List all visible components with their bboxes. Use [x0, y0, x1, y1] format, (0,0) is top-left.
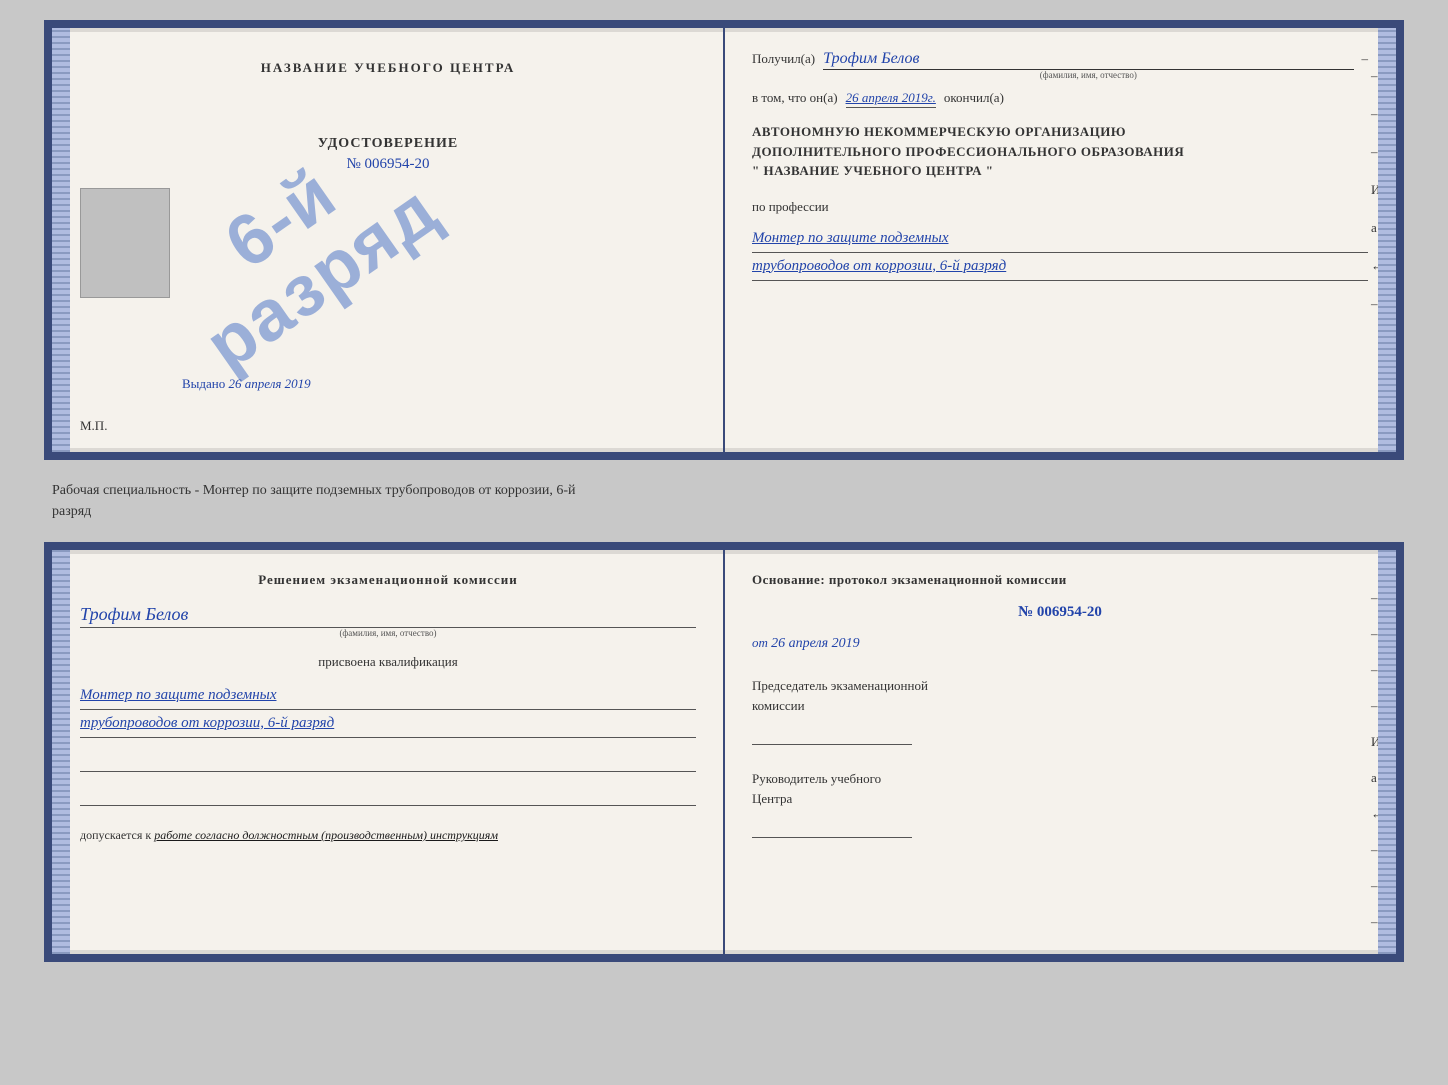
predsedatel-title: Председатель экзаменационной комиссии [752, 676, 1368, 715]
допускается-block: допускается к работе согласно должностны… [80, 826, 696, 844]
org-block: АВТОНОМНУЮ НЕКОММЕРЧЕСКУЮ ОРГАНИЗАЦИЮ ДО… [752, 122, 1368, 181]
bottom-doc-left-page: Решением экзаменационной комиссии Трофим… [52, 550, 724, 954]
empty-line-1 [80, 750, 696, 772]
right-binding-texture [1378, 28, 1396, 452]
org-line1: АВТОНОМНУЮ НЕКОММЕРЧЕСКУЮ ОРГАНИЗАЦИЮ [752, 122, 1368, 142]
fio-hint-top: (фамилия, имя, отчество) [823, 70, 1353, 80]
protocol-num: № 006954-20 [752, 604, 1368, 621]
poluchil-line: Получил(а) Трофим Белов (фамилия, имя, о… [752, 50, 1368, 80]
bottom-doc-right-page: Основание: протокол экзаменационной коми… [724, 550, 1396, 954]
udostoverenie-title: УДОСТОВЕРЕНИЕ [318, 136, 458, 152]
qualification-block: Монтер по защите подземных трубопроводов… [80, 682, 696, 738]
vydano-block: Выдано 26 апреля 2019 [182, 376, 311, 392]
osnovanie-title: Основание: протокол экзаменационной коми… [752, 572, 1368, 588]
predsedatel-signature-line [752, 723, 912, 745]
bottom-name: Трофим Белов [80, 604, 696, 628]
dash-right: – [1362, 51, 1369, 67]
org-line2: ДОПОЛНИТЕЛЬНОГО ПРОФЕССИОНАЛЬНОГО ОБРАЗО… [752, 142, 1368, 162]
допускается-value: работе согласно должностным (производств… [154, 828, 498, 842]
top-doc-left-page: НАЗВАНИЕ УЧЕБНОГО ЦЕНТРА УДОСТОВЕРЕНИЕ №… [52, 28, 724, 452]
prisvoyena-label: присвоена квалификация [80, 654, 696, 670]
bottom-name-block: Трофим Белов (фамилия, имя, отчество) [80, 600, 696, 638]
rukovoditel-block: Руководитель учебного Центра [752, 769, 1368, 838]
top-doc-right-page: Получил(а) Трофим Белов (фамилия, имя, о… [724, 28, 1396, 452]
допускается-label: допускается к [80, 828, 151, 842]
ot-date-block: от 26 апреля 2019 [752, 635, 1368, 652]
vtom-line: в том, что он(а) 26 апреля 2019г. окончи… [752, 90, 1368, 108]
empty-line-2 [80, 784, 696, 806]
profession-line2: трубопроводов от коррозии, 6-й разряд [752, 253, 1368, 281]
mp-label: М.П. [80, 418, 107, 434]
rukovoditel-title: Руководитель учебного Центра [752, 769, 1368, 808]
photo-placeholder [80, 188, 170, 298]
top-left-title: НАЗВАНИЕ УЧЕБНОГО ЦЕНТРА [261, 60, 516, 76]
bottom-right-binding-texture [1378, 550, 1396, 954]
profession-line1: Монтер по защите подземных [752, 225, 1368, 253]
udostoverenie-block: УДОСТОВЕРЕНИЕ № 006954-20 [318, 136, 458, 173]
po-professii-label: по профессии [752, 199, 1368, 215]
poluchil-label: Получил(а) [752, 51, 815, 67]
rukovoditel-signature-line [752, 816, 912, 838]
bottom-left-binding-texture [52, 550, 70, 954]
vtom-date: 26 апреля 2019г. [846, 90, 936, 108]
ot-prefix: от [752, 635, 768, 650]
poluchil-name: Трофим Белов [823, 50, 1353, 70]
profession-block: Монтер по защите подземных трубопроводов… [752, 225, 1368, 281]
okonchill-label: окончил(а) [944, 90, 1004, 106]
middle-line1: Рабочая специальность - Монтер по защите… [52, 483, 576, 498]
bottom-fio-hint: (фамилия, имя, отчество) [80, 628, 696, 638]
diagonal-stamp: 6-йразряд [132, 78, 472, 418]
qualification-line2: трубопроводов от коррозии, 6-й разряд [80, 710, 696, 738]
ot-date: 26 апреля 2019 [771, 636, 859, 651]
udostoverenie-num: № 006954-20 [318, 156, 458, 173]
top-document: НАЗВАНИЕ УЧЕБНОГО ЦЕНТРА УДОСТОВЕРЕНИЕ №… [44, 20, 1404, 460]
bottom-document: Решением экзаменационной комиссии Трофим… [44, 542, 1404, 962]
middle-text-block: Рабочая специальность - Монтер по защите… [44, 476, 1404, 526]
org-line3: " НАЗВАНИЕ УЧЕБНОГО ЦЕНТРА " [752, 161, 1368, 181]
resheniem-title: Решением экзаменационной комиссии [80, 572, 696, 588]
qualification-line1: Монтер по защите подземных [80, 682, 696, 710]
middle-line2: разряд [52, 504, 91, 519]
predsedatel-block: Председатель экзаменационной комиссии [752, 676, 1368, 745]
vtom-label: в том, что он(а) [752, 90, 838, 106]
